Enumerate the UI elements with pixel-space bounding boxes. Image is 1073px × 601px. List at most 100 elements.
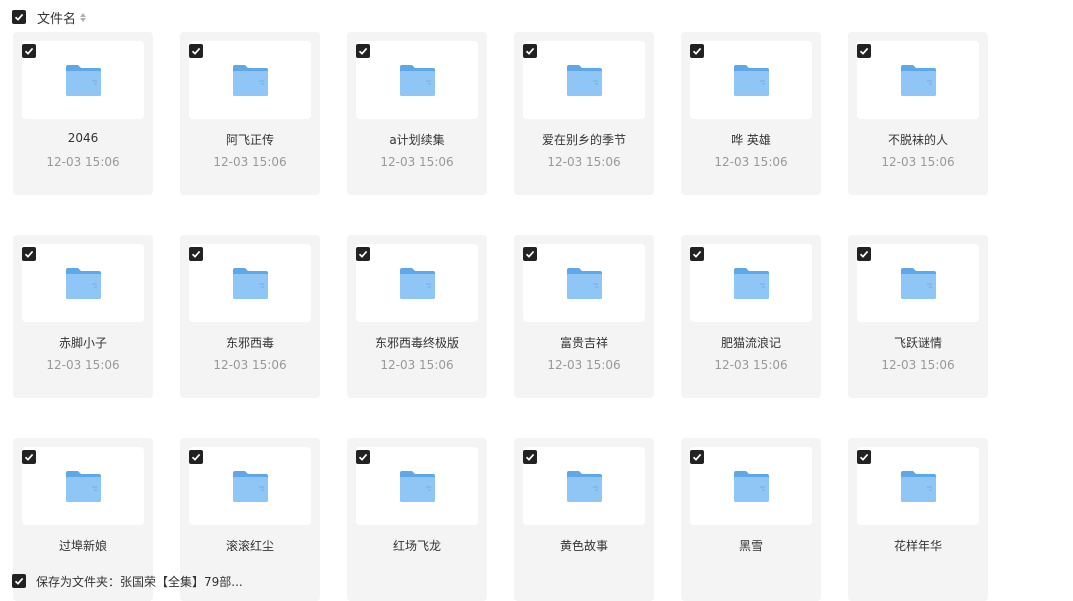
- check-icon: [358, 453, 368, 461]
- folder-thumbnail[interactable]: [189, 447, 311, 525]
- folder-name[interactable]: 2046: [13, 131, 153, 145]
- folder-thumbnail[interactable]: [523, 244, 645, 322]
- folder-thumbnail[interactable]: [857, 244, 979, 322]
- folder-icon: [566, 470, 603, 503]
- folder-card[interactable]: 东邪西毒终极版 12-03 15:06: [347, 235, 487, 398]
- folder-icon: [566, 267, 603, 300]
- folder-checkbox[interactable]: [22, 247, 36, 261]
- folder-name[interactable]: 花样年华: [848, 537, 988, 554]
- folder-thumbnail[interactable]: [356, 244, 478, 322]
- folder-name[interactable]: 东邪西毒: [180, 334, 320, 351]
- folder-icon: [900, 64, 937, 97]
- filename-column-label[interactable]: 文件名: [37, 8, 76, 27]
- folder-checkbox[interactable]: [690, 247, 704, 261]
- folder-name[interactable]: 哗 英雄: [681, 131, 821, 148]
- folder-thumbnail[interactable]: [356, 447, 478, 525]
- folder-card[interactable]: 黄色故事: [514, 438, 654, 601]
- folder-checkbox[interactable]: [22, 44, 36, 58]
- folder-thumbnail[interactable]: [22, 447, 144, 525]
- folder-icon: [232, 267, 269, 300]
- sort-icon[interactable]: [80, 12, 87, 22]
- folder-card[interactable]: 赤脚小子 12-03 15:06: [13, 235, 153, 398]
- folder-checkbox[interactable]: [189, 247, 203, 261]
- folder-card[interactable]: 2046 12-03 15:06: [13, 32, 153, 195]
- check-icon: [859, 47, 869, 55]
- check-icon: [14, 13, 24, 21]
- folder-checkbox[interactable]: [523, 450, 537, 464]
- folder-modified-time: 12-03 15:06: [714, 358, 788, 372]
- folder-checkbox[interactable]: [857, 44, 871, 58]
- folder-name[interactable]: 飞跃谜情: [848, 334, 988, 351]
- folder-icon: [733, 267, 770, 300]
- check-icon: [859, 453, 869, 461]
- folder-checkbox[interactable]: [857, 247, 871, 261]
- folder-modified-time: 12-03 15:06: [547, 358, 621, 372]
- save-folder-label: 保存为文件夹：张国荣【全集】79部...: [36, 574, 243, 589]
- folder-row: 2046 12-03 15:06 阿飞正传 12-03 15:06 a计划续集 12-03…: [13, 32, 1015, 195]
- folder-name[interactable]: 滚滚红尘: [180, 537, 320, 554]
- folder-checkbox[interactable]: [356, 44, 370, 58]
- folder-thumbnail[interactable]: [523, 41, 645, 119]
- folder-card[interactable]: 黑雪: [681, 438, 821, 601]
- folder-name[interactable]: 肥猫流浪记: [681, 334, 821, 351]
- folder-modified-time: 12-03 15:06: [380, 358, 454, 372]
- folder-thumbnail[interactable]: [356, 41, 478, 119]
- folder-icon: [399, 267, 436, 300]
- folder-card[interactable]: 东邪西毒 12-03 15:06: [180, 235, 320, 398]
- folder-name[interactable]: 不脱袜的人: [848, 131, 988, 148]
- folder-icon: [566, 64, 603, 97]
- folder-thumbnail[interactable]: [189, 41, 311, 119]
- select-all-checkbox[interactable]: [12, 10, 26, 24]
- folder-icon: [399, 64, 436, 97]
- folder-thumbnail[interactable]: [690, 244, 812, 322]
- folder-checkbox[interactable]: [857, 450, 871, 464]
- folder-name[interactable]: 富贵吉祥: [514, 334, 654, 351]
- folder-card[interactable]: 富贵吉祥 12-03 15:06: [514, 235, 654, 398]
- folder-checkbox[interactable]: [189, 450, 203, 464]
- folder-card[interactable]: 飞跃谜情 12-03 15:06: [848, 235, 988, 398]
- folder-thumbnail[interactable]: [523, 447, 645, 525]
- folder-thumbnail[interactable]: [22, 41, 144, 119]
- folder-name[interactable]: 东邪西毒终极版: [347, 334, 487, 351]
- folder-name[interactable]: a计划续集: [347, 131, 487, 148]
- folder-checkbox[interactable]: [356, 247, 370, 261]
- folder-card[interactable]: a计划续集 12-03 15:06: [347, 32, 487, 195]
- folder-icon: [733, 470, 770, 503]
- folder-card[interactable]: 爱在别乡的季节 12-03 15:06: [514, 32, 654, 195]
- folder-checkbox[interactable]: [523, 44, 537, 58]
- folder-checkbox[interactable]: [690, 44, 704, 58]
- folder-modified-time: 12-03 15:06: [213, 155, 287, 169]
- folder-name[interactable]: 过埠新娘: [13, 537, 153, 554]
- folder-name[interactable]: 黄色故事: [514, 537, 654, 554]
- check-icon: [358, 250, 368, 258]
- folder-thumbnail[interactable]: [690, 447, 812, 525]
- folder-thumbnail[interactable]: [857, 447, 979, 525]
- folder-modified-time: 12-03 15:06: [380, 155, 454, 169]
- folder-name[interactable]: 赤脚小子: [13, 334, 153, 351]
- folder-thumbnail[interactable]: [22, 244, 144, 322]
- folder-card[interactable]: 肥猫流浪记 12-03 15:06: [681, 235, 821, 398]
- folder-card[interactable]: 花样年华: [848, 438, 988, 601]
- folder-checkbox[interactable]: [356, 450, 370, 464]
- folder-card[interactable]: 哗 英雄 12-03 15:06: [681, 32, 821, 195]
- save-folder-checkbox[interactable]: [12, 574, 26, 588]
- folder-icon: [900, 470, 937, 503]
- check-icon: [24, 453, 34, 461]
- folder-checkbox[interactable]: [690, 450, 704, 464]
- folder-card[interactable]: 不脱袜的人 12-03 15:06: [848, 32, 988, 195]
- folder-card[interactable]: 红场飞龙: [347, 438, 487, 601]
- folder-name[interactable]: 爱在别乡的季节: [514, 131, 654, 148]
- folder-checkbox[interactable]: [523, 247, 537, 261]
- folder-thumbnail[interactable]: [189, 244, 311, 322]
- folder-thumbnail[interactable]: [690, 41, 812, 119]
- folder-checkbox[interactable]: [189, 44, 203, 58]
- check-icon: [191, 47, 201, 55]
- folder-icon: [399, 470, 436, 503]
- folder-name[interactable]: 红场飞龙: [347, 537, 487, 554]
- folder-card[interactable]: 阿飞正传 12-03 15:06: [180, 32, 320, 195]
- folder-thumbnail[interactable]: [857, 41, 979, 119]
- folder-name[interactable]: 阿飞正传: [180, 131, 320, 148]
- folder-name[interactable]: 黑雪: [681, 537, 821, 554]
- folder-icon: [232, 470, 269, 503]
- folder-checkbox[interactable]: [22, 450, 36, 464]
